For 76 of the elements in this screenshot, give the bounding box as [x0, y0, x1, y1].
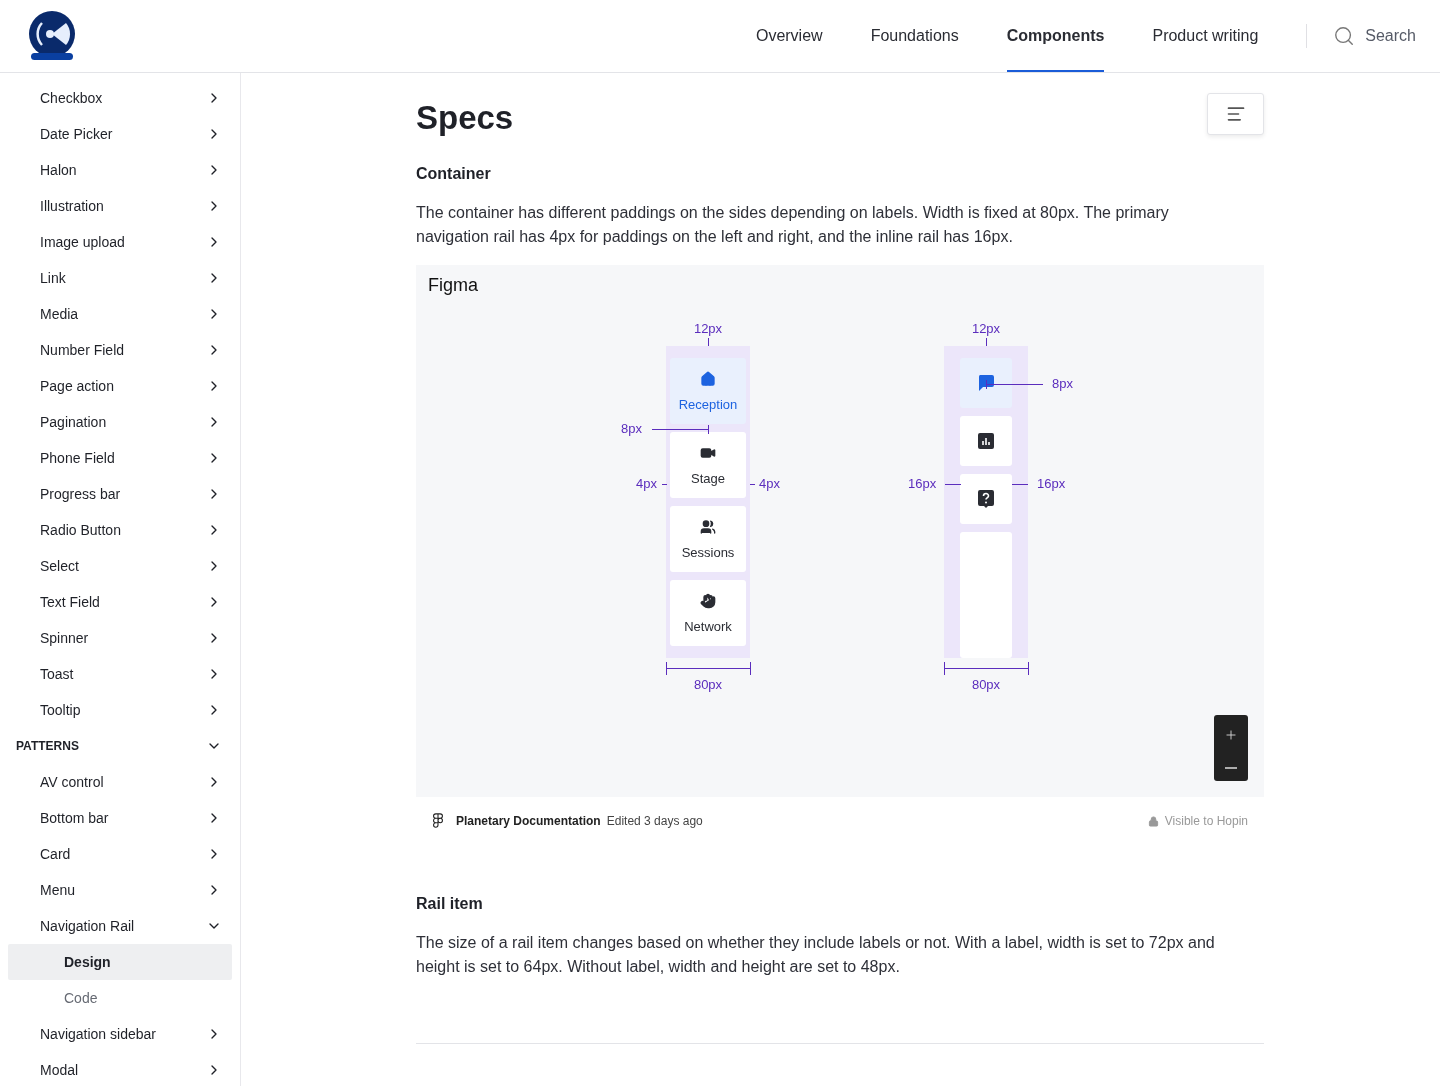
sidebar-item[interactable]: Radio Button: [8, 512, 232, 548]
sidebar-item[interactable]: Text Field: [8, 584, 232, 620]
plus-icon: [1224, 727, 1238, 742]
rail-icon: [700, 518, 716, 535]
helmet-logo: [28, 11, 76, 61]
dimension-line: [1012, 484, 1028, 485]
sidebar-item[interactable]: AV control: [8, 764, 232, 800]
section-heading: Rail item: [416, 895, 484, 913]
sidebar-item[interactable]: Phone Field: [8, 440, 232, 476]
sidebar-item[interactable]: Page action: [8, 368, 232, 404]
sidebar-item[interactable]: Halon: [8, 152, 232, 188]
sidebar-item[interactable]: Date Picker: [8, 116, 232, 152]
section-heading: Container: [416, 165, 492, 183]
sidebar-item[interactable]: Navigation sidebar: [8, 1016, 232, 1052]
rail-item[interactable]: [960, 474, 1012, 524]
paragraph: The size of a rail item changes based on whether they include labels or not. With a label, width is set to 72px and height is set to 64px. Without label, width and height are set to 48px.: [416, 933, 1216, 977]
lines-icon: [1225, 104, 1246, 124]
paragraph: The container has different paddings on the sides depending on labels. Width is fixed at 80px. The primary navigation rail has 4px for paddings on the left and right, and the inline rail has 16px.: [416, 203, 1170, 247]
sidebar-item[interactable]: Media: [8, 296, 232, 332]
sidebar-item[interactable]: Link: [8, 260, 232, 296]
lock-icon: [1147, 815, 1159, 827]
search-button[interactable]: Search: [1333, 0, 1416, 72]
rail-item[interactable]: Stage: [670, 432, 746, 498]
dimension-line: [945, 484, 961, 485]
sidebar-item[interactable]: Number Field: [8, 332, 232, 368]
zoom-out-button[interactable]: [1225, 766, 1237, 769]
dimension-label: 16px: [1037, 477, 1066, 491]
rail-item[interactable]: Network: [670, 580, 746, 646]
help-icon: [978, 490, 994, 508]
file-name[interactable]: Planetary Documentation: [456, 814, 601, 828]
dimension-label: 8px: [1052, 377, 1073, 391]
sidebar-item[interactable]: Toast: [8, 656, 232, 692]
nav-tab[interactable]: Components: [1006, 0, 1105, 72]
rail-icon: [700, 370, 716, 387]
sidebar-item[interactable]: Modal: [8, 1052, 232, 1086]
sidebar-item[interactable]: Menu: [8, 872, 232, 908]
sidebar-subitem[interactable]: Code: [8, 980, 232, 1016]
sidebar-item[interactable]: Checkbox: [8, 80, 232, 116]
nav-tab[interactable]: Overview: [755, 0, 823, 72]
figma-logo: [432, 813, 444, 829]
dimension-label: 80px: [971, 678, 1001, 692]
bar-chart-icon: [978, 433, 994, 449]
rail-icon: [700, 592, 716, 609]
sidebar-item[interactable]: Pagination: [8, 404, 232, 440]
search-icon: [1333, 25, 1356, 47]
page-title: Specs: [416, 99, 514, 137]
chat-bubble-icon: [977, 374, 995, 392]
minus-icon: [1225, 766, 1237, 769]
table-of-contents-button[interactable]: [1207, 93, 1264, 135]
nav-tab[interactable]: Product writing: [1152, 0, 1259, 72]
visibility-label: Visible to Hopin: [1164, 814, 1248, 828]
dimension-label: 8px: [621, 422, 642, 436]
nav-tab[interactable]: Foundations: [870, 0, 959, 72]
sidebar-item[interactable]: Bottom bar: [8, 800, 232, 836]
sidebar-item[interactable]: Image upload: [8, 224, 232, 260]
rail-item[interactable]: Reception: [670, 358, 746, 424]
dimension-label: 16px: [908, 477, 937, 491]
rail-item[interactable]: [960, 416, 1012, 466]
zoom-in-button[interactable]: [1224, 727, 1238, 742]
sidebar-item[interactable]: Card: [8, 836, 232, 872]
sidebar-item[interactable]: Select: [8, 548, 232, 584]
dimension-label: 12px: [971, 322, 1001, 336]
dimension-label: 80px: [693, 678, 723, 692]
dimension-label: 12px: [693, 322, 723, 336]
sidebar-item[interactable]: Progress bar: [8, 476, 232, 512]
sidebar-item[interactable]: Illustration: [8, 188, 232, 224]
edited-time: Edited 3 days ago: [606, 814, 703, 828]
rail-item[interactable]: Sessions: [670, 506, 746, 572]
sidebar-item[interactable]: Spinner: [8, 620, 232, 656]
sidebar-section[interactable]: PATTERNS: [8, 728, 232, 764]
dimension-label: 4px: [636, 477, 657, 491]
sidebar-subitem[interactable]: Design: [8, 944, 232, 980]
sidebar-item[interactable]: Navigation Rail: [8, 908, 232, 944]
sidebar-item[interactable]: Tooltip: [8, 692, 232, 728]
embed-title: Figma: [428, 275, 479, 296]
dimension-label: 4px: [759, 477, 780, 491]
